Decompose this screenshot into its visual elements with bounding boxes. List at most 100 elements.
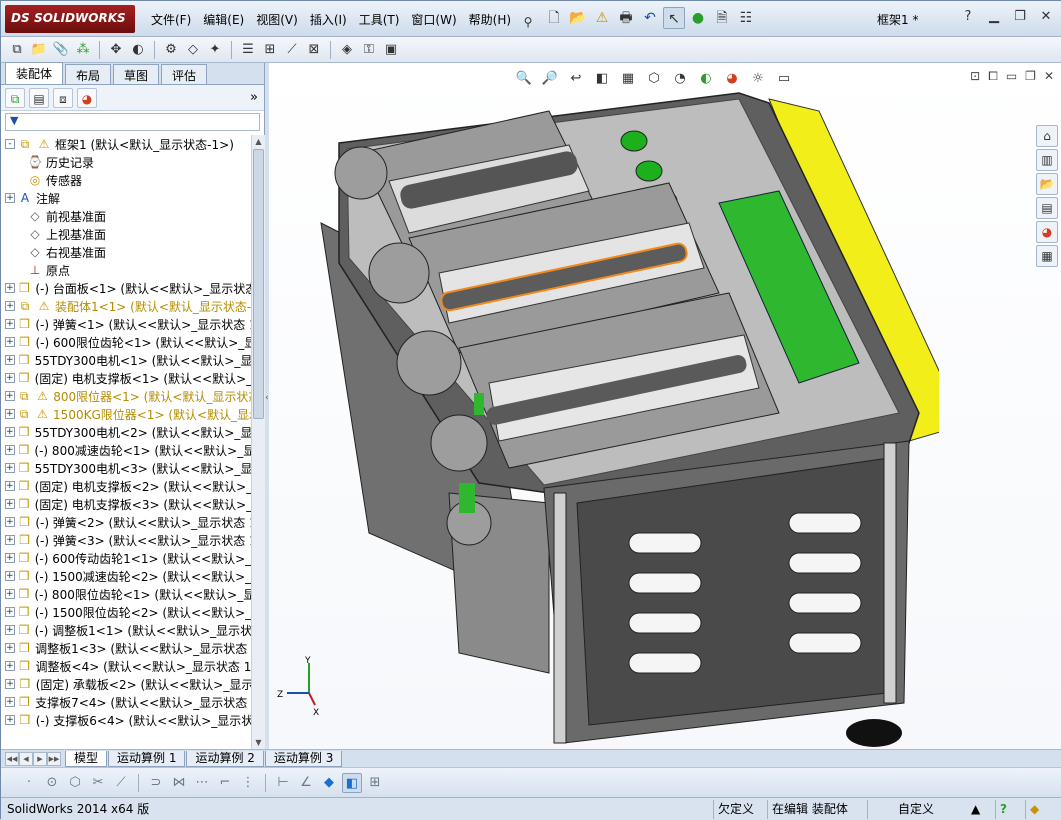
explode-line-icon[interactable]: ⟋ [282,40,302,60]
mirror-icon[interactable]: ⋈ [169,773,189,793]
menu-help[interactable]: 帮助(H) [463,11,517,33]
view-palette-icon[interactable]: ▤ [1036,197,1058,219]
collapse-icon[interactable]: - [5,139,15,149]
tree-item[interactable]: + ❒ (固定) 电机支撑板<2> (默认<<默认>_显 [1,477,251,495]
tree-item[interactable]: + ❒ (-) 600传动齿轮1<1> (默认<<默认>_显 [1,549,251,567]
viewport-split-icon[interactable]: ⧠ [988,69,998,84]
relations-icon[interactable]: ⋮ [238,773,258,793]
expand-icon[interactable]: + [5,427,15,437]
tree-item[interactable]: + ⧉ ⚠ 1500KG限位器<1> (默认<默认_显示 [1,405,251,423]
tree-item[interactable]: + ❒ (-) 1500减速齿轮<2> (默认<<默认>_显 [1,567,251,585]
tree-item[interactable]: + ❒ (-) 支撑板6<4> (默认<<默认>_显示状 [1,711,251,729]
smart-dimension-icon[interactable]: ⊢ [273,773,293,793]
select-icon[interactable]: ↖ [663,7,685,29]
new-document-icon[interactable]: 🗋 [543,7,565,29]
tree-item[interactable]: + ❒ (-) 弹簧<3> (默认<<默认>_显示状态 1 [1,531,251,549]
assembly-feature-icon[interactable]: ⚙ [161,40,181,60]
help-icon[interactable]: ? [958,7,978,27]
tab-motion-study-2[interactable]: 运动算例 2 [186,750,264,767]
feature-manager-icon[interactable]: ⧉ [5,87,25,108]
pin-icon[interactable]: ⚲ [517,11,539,33]
linear-pattern-icon[interactable]: ⋯ [192,773,212,793]
tab-assembly[interactable]: 装配体 [5,62,64,84]
offset-icon[interactable]: ⊃ [146,773,166,793]
last-tab-icon[interactable]: ▶▶ [47,751,61,766]
expand-icon[interactable]: + [5,337,15,347]
next-tab-icon[interactable]: ▶ [33,751,47,766]
viewport-maximize-icon[interactable]: ⊡ [970,69,980,84]
configuration-manager-icon[interactable]: ⧈ [53,87,73,108]
tree-item[interactable]: + ❒ (-) 1500限位齿轮<2> (默认<<默认>_显 [1,603,251,621]
graphics-area[interactable]: 🔍 🔎 ↩ ◧ ▦ ⬡ ◔ ◐ ◕ ☼ ▭ ⊡ ⧠ ▭ ❐ ✕ ⌂ ▥ 📂 ▤ … [269,63,1061,749]
tree-filter[interactable]: ▼ [5,113,260,131]
tree-item[interactable]: + ❒ (-) 调整板1<1> (默认<<默认>_显示状态 [1,621,251,639]
polygon-icon[interactable]: ⬡ [65,773,85,793]
tree-item[interactable]: + ❒ 55TDY300电机<3> (默认<<默认>_显示 [1,459,251,477]
property-manager-icon[interactable]: ▤ [29,87,49,108]
tree-item[interactable]: + ❒ (固定) 承载板<2> (默认<<默认>_显示 [1,675,251,693]
status-tag-icon[interactable]: ◆ [1025,800,1061,819]
options-icon[interactable]: ☷ [735,7,757,29]
file-explorer-icon[interactable]: 📂 [1036,173,1058,195]
expand-icon[interactable]: + [5,319,15,329]
tab-motion-study-1[interactable]: 运动算例 1 [108,750,186,767]
expand-icon[interactable]: + [5,697,15,707]
rebuild-warning-icon[interactable]: ⚠ [591,7,613,29]
tree-item[interactable]: ◇ 上视基准面 [1,225,251,243]
tree-scrollbar[interactable]: ▲ ▼ [251,135,265,749]
tree-item[interactable]: + ❒ (固定) 电机支撑板<1> (默认<<默认>_显 [1,369,251,387]
expand-icon[interactable]: + [5,535,15,545]
tree-item[interactable]: ◇ 右视基准面 [1,243,251,261]
tree-item[interactable]: + ❒ 55TDY300电机<1> (默认<<默认>_显示 [1,351,251,369]
tree-item[interactable]: + ❒ 55TDY300电机<2> (默认<<默认>_显示 [1,423,251,441]
solidworks-logo[interactable]: DS SOLIDWORKS [5,5,135,33]
status-help-icon[interactable]: ? [995,800,1025,819]
scroll-up-icon[interactable]: ▲ [252,135,265,148]
expand-icon[interactable]: + [5,463,15,473]
tree-item[interactable]: + ❒ 调整板<4> (默认<<默认>_显示状态 1: [1,657,251,675]
snapshot-icon[interactable]: ▣ [381,40,401,60]
convert-entities-icon[interactable]: ⟋ [111,773,131,793]
reference-geometry-icon[interactable]: ◇ [183,40,203,60]
tree-item[interactable]: ⌚ 历史记录 [1,153,251,171]
scroll-down-icon[interactable]: ▼ [252,736,265,749]
insert-component-icon[interactable]: ⧉ [7,40,27,60]
tree-item[interactable]: ◇ 前视基准面 [1,207,251,225]
expand-icon[interactable]: + [5,625,15,635]
tab-model[interactable]: 模型 [65,750,108,767]
instant3d-icon[interactable]: ◈ [337,40,357,60]
circle-icon[interactable]: ⊙ [42,773,62,793]
tree-item[interactable]: + ❒ (-) 台面板<1> (默认<<默认>_显示状态 [1,279,251,297]
solid-view-icon[interactable]: ◆ [319,773,339,793]
expand-icon[interactable]: + [5,409,15,419]
tree-item[interactable]: ⊥ 原点 [1,261,251,279]
first-tab-icon[interactable]: ◀◀ [5,751,19,766]
scroll-thumb[interactable] [253,149,264,419]
close-icon[interactable]: ✕ [1036,7,1056,27]
expand-manager-icon[interactable]: » [250,90,258,105]
expand-icon[interactable]: + [5,607,15,617]
tab-sketch[interactable]: 草图 [113,64,160,84]
tree-item[interactable]: + ❒ (-) 800限位齿轮<1> (默认<<默认>_显示 [1,585,251,603]
tree-item[interactable]: + ⧉ ⚠ 800限位器<1> (默认<默认_显示状态 [1,387,251,405]
status-units-arrow-icon[interactable]: ▲ [967,800,995,819]
menu-insert[interactable]: 插入(I) [304,11,353,33]
trim-icon[interactable]: ✂ [88,773,108,793]
file-properties-icon[interactable]: 🗎 [711,7,733,29]
expand-icon[interactable]: + [5,445,15,455]
exploded-view-icon[interactable]: ⊞ [260,40,280,60]
expand-icon[interactable]: + [5,391,15,401]
interference-icon[interactable]: ⊠ [304,40,324,60]
custom-properties-icon[interactable]: ▦ [1036,245,1058,267]
shaded-view-icon[interactable]: ◧ [342,772,362,793]
tree-item[interactable]: + ❒ (-) 弹簧<1> (默认<<默认>_显示状态 1 [1,315,251,333]
minimize-icon[interactable]: ▁ [984,7,1004,27]
expand-icon[interactable]: + [5,589,15,599]
bill-of-materials-icon[interactable]: ☰ [238,40,258,60]
expand-icon[interactable]: + [5,283,15,293]
tree-item[interactable]: - ⧉ ⚠ 框架1 (默认<默认_显示状态-1>) [1,135,251,153]
tree-item[interactable]: + ❒ 支撑板7<4> (默认<<默认>_显示状态 1 [1,693,251,711]
expand-icon[interactable]: + [5,571,15,581]
new-motion-study-icon[interactable]: ✦ [205,40,225,60]
hide-show-icon[interactable]: ◐ [128,40,148,60]
